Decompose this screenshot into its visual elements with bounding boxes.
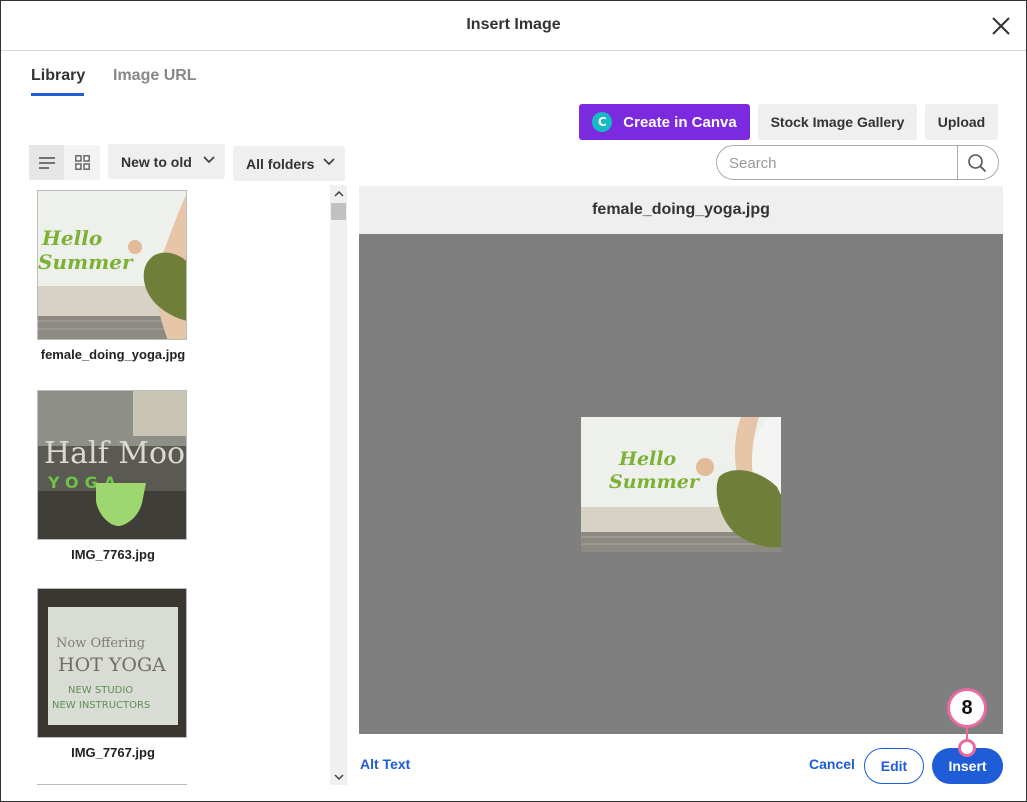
thumbnail-text: Now Offering [56,636,145,651]
hot-yoga-sign-photo-thumbnail: Now Offering HOT YOGA NEW STUDIO NEW INS… [38,589,186,737]
thumbnail-text: Half Moon [44,436,187,471]
tab-library[interactable]: Library [31,67,85,85]
library-scrollbar[interactable] [330,185,347,785]
dialog-title: Insert Image [466,16,561,33]
image-thumbnail: Hello Summer [37,190,187,340]
scroll-up-arrow-icon [333,190,344,197]
sort-order-value: New to old [121,153,192,170]
stock-image-gallery-button[interactable]: Stock Image Gallery [758,104,917,140]
canva-logo-icon: C [592,112,613,132]
step-callout-marker [958,739,976,757]
preview-canvas: Hello Summer [359,234,1003,734]
create-in-canva-button[interactable]: C Create in Canva [579,104,750,140]
thumbnail-text: Summer [38,250,134,274]
grid-view-button[interactable] [64,145,100,180]
grid-view-icon [74,155,90,170]
file-name: IMG_7763.jpg [71,547,155,562]
image-thumbnail: Half Moon YOGA [37,390,187,540]
image-library-list: Hello Summer female_doing_yoga.jpg Half … [29,185,329,785]
search-divider [957,146,958,179]
close-button[interactable] [990,15,1012,37]
thumbnail-text: NEW INSTRUCTORS [52,700,150,711]
yoga-photo-preview: Hello Summer [581,417,781,552]
folder-filter-value: All folders [246,155,315,172]
image-preview-panel: female_doing_yoga.jpg Hello Summer [359,186,1003,734]
scroll-up-button[interactable] [330,185,347,202]
yoga-photo-thumbnail: Hello Summer [38,191,186,339]
insert-image-dialog: Insert Image Library Image URL C Create … [0,0,1027,802]
scroll-thumb[interactable] [331,203,346,220]
search-button[interactable] [967,153,987,173]
create-in-canva-label: Create in Canva [623,113,737,131]
preview-filename: female_doing_yoga.jpg [359,186,1003,234]
half-moon-yoga-photo-thumbnail: Half Moon YOGA [38,391,187,539]
search-icon [968,154,987,173]
folder-filter-dropdown[interactable]: All folders [233,146,345,181]
edit-button[interactable]: Edit [864,748,924,784]
search-input[interactable] [729,153,959,173]
thumbnail-text: Hello [41,226,102,250]
image-thumbnail [37,784,187,785]
chevron-down-icon [323,158,335,166]
thumbnail-text: HOT YOGA [58,654,166,676]
alt-text-link[interactable]: Alt Text [360,756,410,772]
list-view-button[interactable] [29,145,64,180]
preview-image-text: Hello [618,448,676,470]
thumbnail-text: NEW STUDIO [68,685,133,696]
sort-order-dropdown[interactable]: New to old [108,144,225,179]
upload-button[interactable]: Upload [925,104,998,140]
file-name: female_doing_yoga.jpg [40,347,186,362]
close-icon [992,17,1010,35]
step-number-badge: 8 [947,688,987,728]
file-name: IMG_7767.jpg [71,745,155,760]
preview-image: Hello Summer [581,417,781,552]
chevron-down-icon [203,156,215,164]
active-tab-indicator [31,93,84,96]
list-view-icon [38,156,55,169]
image-thumbnail: Now Offering HOT YOGA NEW STUDIO NEW INS… [37,588,187,738]
cancel-button[interactable]: Cancel [809,756,855,772]
preview-image-text: Summer [609,471,701,493]
scroll-down-button[interactable] [330,768,347,785]
search-box [716,145,999,180]
scroll-down-arrow-icon [333,773,344,780]
dialog-header: Insert Image [1,1,1026,51]
tab-image-url[interactable]: Image URL [113,67,197,85]
